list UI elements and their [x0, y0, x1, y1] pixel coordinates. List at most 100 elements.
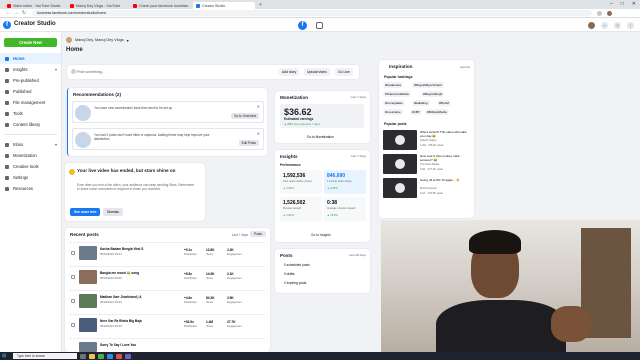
facebook-logo-icon[interactable]: f	[3, 21, 11, 29]
star-icon	[69, 169, 75, 175]
insight-metric[interactable]: 0:38 Average minutes viewed ▲ 35.9%	[324, 197, 366, 221]
table-row[interactable]: Bangla me mood 😂 song 05/30/2022 09:49 +…	[69, 266, 265, 288]
table-row[interactable]: Madhan Garr Jharkhand | A 05/28/2022 09:…	[69, 290, 265, 312]
recent-posts-title: Recent posts	[70, 232, 99, 237]
sidebar-item-insights[interactable]: Insights ▾	[0, 64, 61, 75]
popular-post[interactable]: Going off at 50! 10 again... 🔥 Brentl Hu…	[383, 178, 471, 200]
chrome-icon[interactable]	[98, 353, 104, 359]
table-row[interactable]: Sorry To Say I Love You	[69, 338, 265, 352]
insight-metric[interactable]: 1,592,536 Post reach (Video views) ▲ 4.8…	[280, 170, 322, 194]
go-to-overview-button[interactable]: Go to Overview	[231, 113, 259, 119]
back-icon[interactable]: ←	[4, 10, 12, 16]
close-window-icon[interactable]: ✕	[632, 1, 636, 7]
instagram-switch-icon[interactable]	[316, 22, 323, 29]
folder-icon	[5, 100, 9, 105]
pre-published-icon	[5, 78, 9, 83]
go-to-insights-link[interactable]: Go to Insights	[311, 233, 331, 237]
sidebar-item-file-management[interactable]: File management	[0, 97, 61, 108]
browser-tab-youtube-channel[interactable]: Manoj Dey Vlogs - YouTube	[67, 2, 129, 9]
add-story-button[interactable]: Add story	[279, 68, 300, 76]
hashtag-chip[interactable]: #MayrahMyenChand	[412, 82, 444, 88]
minimize-icon[interactable]: –	[610, 1, 613, 7]
hashtag-chip[interactable]: #BLAM	[437, 100, 451, 106]
post-composer: Post something... Add story Upload video…	[67, 65, 359, 79]
sidebar-item-published[interactable]: Published	[0, 86, 61, 97]
windows-start-icon[interactable]: ⊞	[2, 353, 10, 359]
url-field[interactable]: business.facebook.com/creatorstudio/home	[32, 10, 592, 16]
edge-icon[interactable]	[107, 353, 113, 359]
expiring-posts-link[interactable]: 0 expiring posts	[284, 281, 306, 285]
sidebar-item-home[interactable]: Home	[0, 53, 61, 64]
new-tab-icon[interactable]: +	[259, 2, 262, 9]
close-icon[interactable]: ✕	[257, 131, 260, 136]
see-more-info-button[interactable]: See more info	[70, 208, 101, 216]
sidebar-item-content-library[interactable]: Content library	[0, 119, 61, 130]
insight-metric[interactable]: 1,526,502 Minutes viewed ▲ 3.8K%	[280, 197, 322, 221]
hashtag-chip[interactable]: #BrilliantMedia	[425, 109, 449, 115]
browser-tab-creator-studio[interactable]: Creator Studio	[193, 2, 255, 9]
file-explorer-icon[interactable]	[89, 353, 95, 359]
drafts-link[interactable]: 0 drafts	[284, 272, 295, 276]
popular-post[interactable]: Who's fonted? This video will make your …	[383, 130, 471, 152]
maximize-icon[interactable]: □	[621, 1, 624, 7]
post-thumbnail	[79, 270, 97, 284]
row-checkbox[interactable]	[71, 299, 75, 303]
sidebar-item-monetization[interactable]: Monetization	[0, 150, 61, 161]
hashtag-chip[interactable]: #MayuraSingh	[421, 91, 445, 97]
sidebar-item-resources[interactable]: Resources	[0, 183, 61, 194]
hashtag-chip[interactable]: #CBT	[410, 109, 422, 115]
avatar[interactable]	[588, 22, 595, 29]
dismiss-button[interactable]: Dismiss	[103, 208, 123, 216]
edit-posts-button[interactable]: Edit Posts	[238, 140, 259, 146]
recommendation-item: You have new monetization tools that nee…	[72, 101, 264, 123]
sidebar-item-pre-published[interactable]: Pre-published	[0, 75, 61, 86]
reload-icon[interactable]: ↻	[20, 10, 28, 16]
create-new-button[interactable]: Create New	[4, 38, 57, 47]
post-thumbnail	[79, 342, 97, 352]
sidebar-item-inbox[interactable]: Inbox ▾	[0, 139, 61, 150]
table-row[interactable]: Neer Gar Re Bhela Big Baja 05/26/2022 09…	[69, 314, 265, 336]
app-icon[interactable]	[125, 353, 131, 359]
facebook-switch-icon[interactable]: f	[298, 21, 307, 30]
task-view-icon[interactable]	[80, 353, 86, 359]
published-icon	[5, 89, 9, 94]
row-checkbox[interactable]	[71, 251, 75, 255]
post-input[interactable]: Post something...	[77, 70, 105, 74]
taskbar-search-input[interactable]: Type here to search	[13, 353, 77, 359]
resources-icon	[5, 186, 9, 191]
live-ended-card: Your live video has ended, but stars shi…	[65, 163, 205, 221]
insight-metric[interactable]: 846,690 1-minute Video views ▲ 3.8K%	[324, 170, 366, 194]
go-to-monetization-link[interactable]: Go to Monetization	[307, 135, 334, 139]
row-checkbox[interactable]	[71, 323, 75, 327]
browser-tab-youtube-studio[interactable]: Video editor - YouTube Studio	[4, 2, 66, 9]
help-icon[interactable]: ?	[614, 22, 621, 29]
hashtag-chip[interactable]: #moneylakes	[383, 100, 405, 106]
scheduled-posts-link[interactable]: 0 scheduled posts	[284, 263, 310, 267]
post-type-select[interactable]: Posts	[250, 231, 266, 237]
close-icon[interactable]: ✕	[257, 104, 260, 109]
hashtag-chip[interactable]: #TokenmanMedia	[383, 91, 411, 97]
settings-icon	[5, 175, 9, 180]
hashtag-chip[interactable]: #mountaine	[383, 109, 403, 115]
browser-tab-monetize[interactable]: Check your facebook monetize	[130, 2, 192, 9]
chevron-down-icon: ▾	[54, 67, 57, 72]
profile-icon[interactable]	[607, 10, 612, 16]
notifications-icon[interactable]: ◔	[601, 22, 608, 29]
extension-icon[interactable]	[597, 10, 602, 16]
menu-icon[interactable]: ⋮	[627, 22, 634, 29]
upload-video-button[interactable]: Upload video	[304, 68, 330, 76]
page-selector[interactable]: Manoj Dey, Manoj Dey Vlogs ▾	[66, 36, 129, 44]
sidebar-item-settings[interactable]: Settings	[0, 172, 61, 183]
library-icon	[5, 122, 9, 127]
app-icon[interactable]	[116, 353, 122, 359]
table-row[interactable]: Kacha Badam Bengla Viral S 06/10/2022 09…	[69, 242, 265, 264]
forward-icon[interactable]: →	[12, 10, 20, 16]
hashtag-chip[interactable]: #kalkafing	[412, 100, 430, 106]
monetization-title: Monetization	[280, 95, 309, 100]
sidebar-item-tools[interactable]: Tools	[0, 108, 61, 119]
popular-post[interactable]: How cool is this monkey track sorcerer? …	[383, 154, 471, 176]
hashtag-chip[interactable]: #breaknews	[383, 82, 404, 88]
go-live-button[interactable]: Go Live	[335, 68, 353, 76]
sidebar-item-creative-tools[interactable]: Creative tools	[0, 161, 61, 172]
row-checkbox[interactable]	[71, 275, 75, 279]
